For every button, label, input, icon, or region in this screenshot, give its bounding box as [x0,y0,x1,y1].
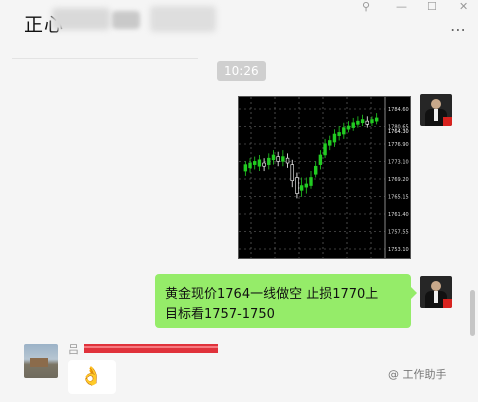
candle-body [276,156,280,162]
candle-body [323,143,327,156]
redacted-name-blur [112,11,140,29]
candle-body [257,159,262,167]
candle-body [370,119,374,124]
pin-icon[interactable]: ⚲ [362,0,370,13]
price-tick-label: 1769.20 [388,177,409,183]
price-tick-label: 1757.55 [388,230,409,236]
contact-avatar[interactable] [24,344,58,378]
candle-body [285,157,290,164]
price-tick-label: 1773.10 [388,160,409,166]
ok-hand-icon: 👌 [80,366,103,387]
candle-body [295,177,299,194]
maximize-button[interactable]: ☐ [427,0,437,13]
candle-body [299,185,304,191]
candle-body [248,162,252,169]
more-options-icon[interactable]: ⋯ [450,20,467,39]
sender-name: 吕 [68,343,79,356]
self-avatar[interactable] [420,276,452,308]
redacted-name-blur [52,8,110,30]
candlestick-chart-image: 1784.601780.651776.901773.101769.201765.… [239,97,409,258]
price-tick-label: 1753.10 [388,247,409,253]
candle-body [374,117,379,122]
minimize-button[interactable]: — [396,0,407,13]
price-tick-label: 1761.40 [388,212,409,218]
candle-body [243,164,248,172]
candle-body [337,132,341,136]
candle-body [356,120,360,125]
candle-body [313,165,318,175]
chat-scrollbar[interactable] [470,290,475,336]
message-text-line-2: 目标看1757-1750 [165,307,275,322]
text-message-bubble[interactable]: 黄金现价1764一线做空 止损1770上 目标看1757-1750 [155,274,417,328]
candle-body [304,183,309,188]
chat-title-bar: 正心 ⚲ — ☐ ✕ ⋯ [0,0,478,50]
candle-body [262,162,266,167]
candle-body [328,140,332,146]
close-button[interactable]: ✕ [459,0,468,13]
current-price-label: 1764.30 [388,129,409,135]
header-divider [12,58,198,59]
candle-body [271,154,276,161]
chart-image-message[interactable]: 1784.60 1780.65 1776.90 1773.10 1769.20 1765.… [238,96,411,259]
candle-body [290,164,294,182]
candle-body [351,122,355,128]
sticker-message[interactable]: 👌 [68,360,116,394]
price-tick-label: 1776.90 [388,142,409,148]
candle-body [342,127,346,135]
candle-body [332,133,337,143]
message-text-line-1: 黄金现价1764一线做空 止损1770上 [165,287,379,302]
price-tick-label: 1765.15 [388,195,409,201]
watermark: @ 工作助手 [388,368,447,381]
candle-body [281,156,285,162]
candle-body [360,119,365,124]
candle-body [309,177,313,186]
redacted-name-blur [150,6,216,32]
redaction-bar [84,344,218,353]
candle-body [267,157,271,165]
self-avatar[interactable] [420,94,452,126]
candle-body [253,161,257,165]
candle-body [365,120,369,125]
candle-body [318,154,323,165]
message-timestamp: 10:26 [217,61,266,81]
candle-body [346,125,351,130]
price-tick-label: 1784.60 [388,107,409,113]
